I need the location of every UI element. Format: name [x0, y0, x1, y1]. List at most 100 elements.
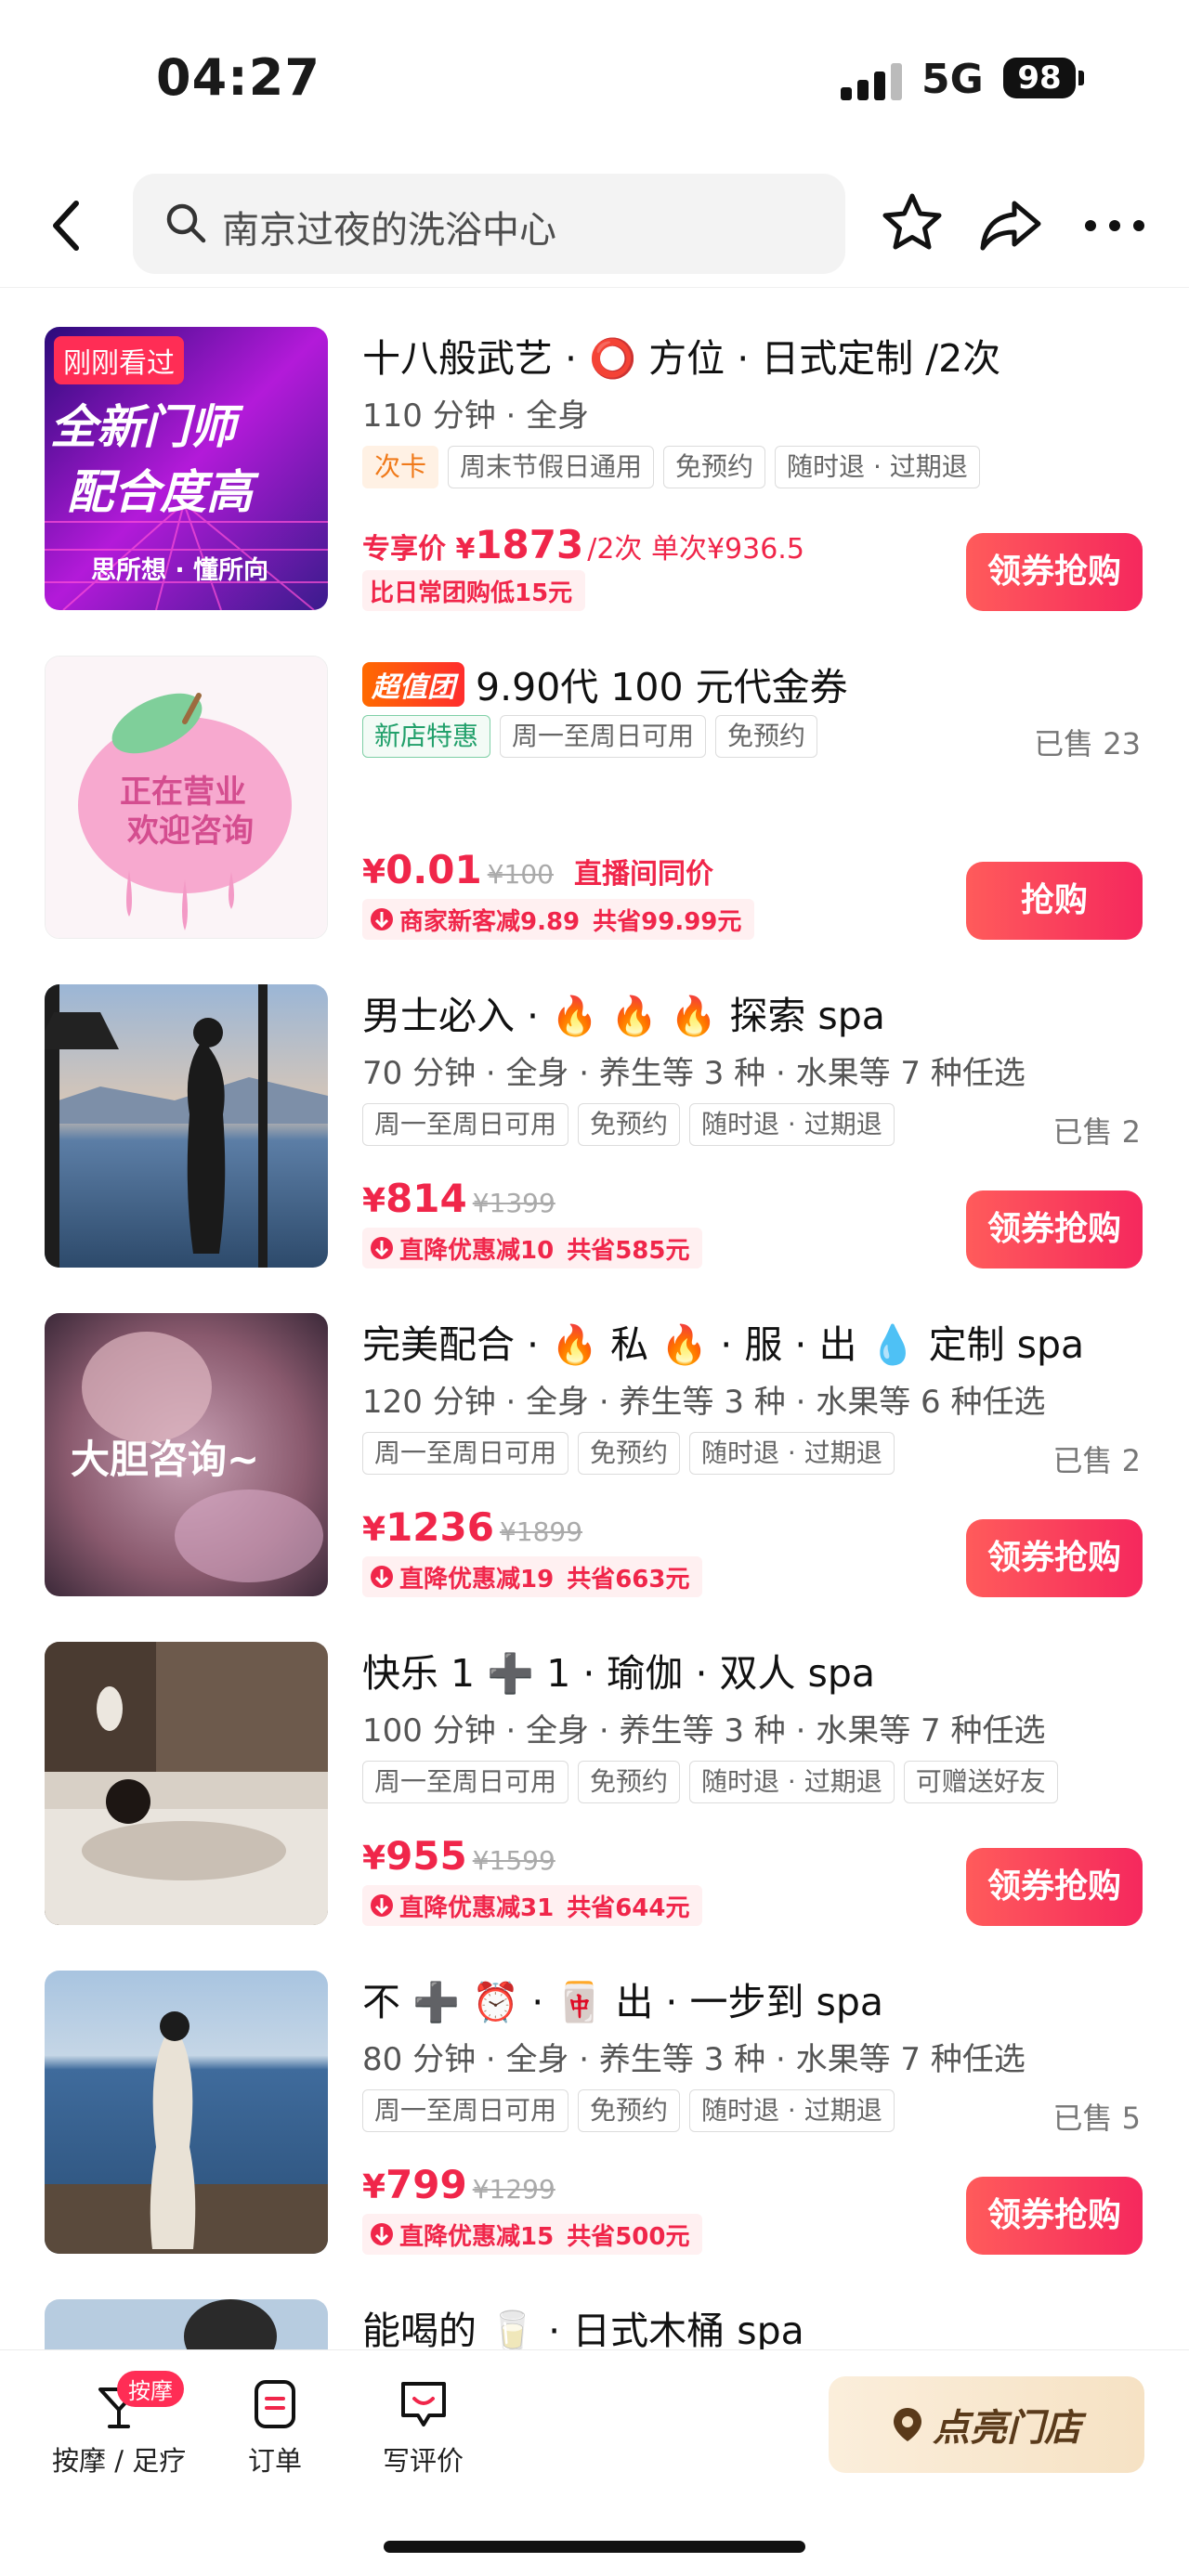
price-note-badge: 比日常团购低15元 [362, 570, 586, 611]
buy-button[interactable]: 领券抢购 [966, 533, 1143, 611]
more-icon[interactable] [1078, 187, 1152, 261]
product-thumbnail[interactable] [45, 984, 328, 1268]
total-saving: 共省99.99元 [593, 907, 742, 936]
review-icon [396, 2376, 451, 2432]
discount-label: 直降优惠减15 [399, 2222, 555, 2251]
price-line: 专享价 ¥1873/2次 单次¥936.5 [362, 522, 804, 567]
favorite-star-icon[interactable] [875, 187, 949, 261]
product-card[interactable]: 刚刚看过 全新门师 配合度高 思所想 · 懂所向 十八般武艺 · ⭕ 方位 · … [0, 290, 1189, 618]
product-title[interactable]: 十八般武艺 · ⭕ 方位 · 日式定制 /2次 [362, 327, 1000, 383]
product-title[interactable]: 完美配合 · 🔥 私 🔥 · 服 · 出 💧 定制 spa [362, 1313, 1084, 1369]
sold-count: 已售 2 [1052, 1443, 1141, 1478]
tag: 次卡 [362, 446, 439, 488]
network-label: 5G [921, 56, 984, 103]
total-saving: 共省663元 [567, 1565, 690, 1594]
buy-button[interactable]: 领券抢购 [966, 1190, 1143, 1268]
discount-badge: 直降优惠减10 共省585元 [362, 1228, 703, 1268]
price: 0.01 [385, 847, 482, 892]
price-note: 比日常团购低15元 [370, 579, 573, 607]
product-thumbnail[interactable] [45, 1971, 328, 2254]
product-thumbnail[interactable]: 刚刚看过 全新门师 配合度高 思所想 · 懂所向 [45, 327, 328, 610]
tag: 周一至周日可用 [500, 715, 707, 758]
product-card[interactable]: 不 ➕ ⏰ · 🀄 出 · 一步到 spa 80 分钟 · 全身 · 养生等 3… [0, 1933, 1189, 2262]
tag-list: 周一至周日可用 免预约 随时退 · 过期退 可赠送好友 [362, 1761, 1058, 1803]
signal-icon [841, 63, 904, 100]
total-saving: 共省585元 [567, 1236, 690, 1265]
product-title[interactable]: 不 ➕ ⏰ · 🀄 出 · 一步到 spa [362, 1971, 883, 2026]
back-icon[interactable] [33, 190, 104, 261]
thumb-slogan: 思所想 · 懂所向 [91, 556, 269, 585]
tab-review-label: 写评价 [383, 2445, 464, 2477]
discount-badge: 直降优惠减15 共省500元 [362, 2214, 703, 2255]
price: 1236 [385, 1504, 494, 1550]
light-up-store-button[interactable]: 点亮门店 [829, 2376, 1144, 2473]
status-time: 04:27 [156, 48, 320, 107]
buy-button[interactable]: 领券抢购 [966, 1848, 1143, 1926]
buy-button[interactable]: 抢购 [966, 862, 1143, 940]
tag: 新店特惠 [362, 715, 491, 758]
tab-orders-label: 订单 [247, 2445, 302, 2477]
tag-list: 周一至周日可用 免预约 随时退 · 过期退 [362, 1432, 895, 1475]
tag: 随时退 · 过期退 [689, 1103, 895, 1146]
product-thumbnail[interactable]: 大胆咨询~ [45, 1313, 328, 1596]
product-card[interactable]: 快乐 1 ➕ 1 · 瑜伽 · 双人 spa 100 分钟 · 全身 · 养生等… [0, 1605, 1189, 1933]
product-subtitle: 70 分钟 · 全身 · 养生等 3 种 · 水果等 7 种任选 [362, 1055, 1026, 1092]
tab-massage-label: 按摩 / 足疗 [52, 2445, 187, 2477]
original-price: ¥1599 [472, 1845, 555, 1876]
price: 1873 [475, 522, 584, 567]
location-pin-icon [894, 2408, 921, 2441]
buy-button[interactable]: 领券抢购 [966, 2177, 1143, 2255]
product-card[interactable]: 正在营业 欢迎咨询 超值团 9.90代 100 元代金券 新店特惠 周一至周日可用… [0, 618, 1189, 947]
price-line: ¥955 ¥1599 [362, 1833, 555, 1879]
price-line: ¥814 ¥1399 [362, 1176, 555, 1221]
original-price: ¥1399 [472, 1188, 555, 1218]
price: 955 [385, 1833, 467, 1879]
total-saving: 共省500元 [567, 2222, 690, 2251]
buy-button[interactable]: 领券抢购 [966, 1519, 1143, 1597]
discount-badge: 商家新客减9.89 共省99.99元 [362, 899, 755, 940]
product-thumbnail[interactable]: 正在营业 欢迎咨询 [45, 656, 328, 939]
tab-massage[interactable]: 按摩 按摩 / 足疗 [52, 2371, 187, 2478]
product-title[interactable]: 能喝的 🥛 · 日式木桶 spa [362, 2299, 804, 2355]
price-line: ¥799 ¥1299 [362, 2162, 555, 2207]
tag-list: 次卡 周末节假日通用 免预约 随时退 · 过期退 [362, 446, 980, 488]
product-subtitle: 100 分钟 · 全身 · 养生等 3 种 · 水果等 7 种任选 [362, 1712, 1046, 1750]
tag: 周一至周日可用 [362, 1432, 569, 1475]
product-title[interactable]: 快乐 1 ➕ 1 · 瑜伽 · 双人 spa [362, 1642, 875, 1698]
search-input[interactable]: 南京过夜的洗浴中心 [133, 174, 845, 274]
product-thumbnail[interactable] [45, 1642, 328, 1925]
down-arrow-icon [371, 908, 393, 930]
total-saving: 共省644元 [567, 1893, 690, 1922]
product-subtitle: 110 分钟 · 全身 [362, 397, 590, 435]
price: 814 [385, 1176, 467, 1221]
product-subtitle: 120 分钟 · 全身 · 养生等 3 种 · 水果等 6 种任选 [362, 1384, 1046, 1421]
original-price: ¥1299 [472, 2174, 555, 2205]
massage-badge: 按摩 [117, 2371, 184, 2407]
search-query: 南京过夜的洗浴中心 [222, 209, 556, 252]
status-bar: 04:27 5G 98 [0, 0, 1189, 158]
tag: 随时退 · 过期退 [689, 2089, 895, 2132]
tab-orders[interactable]: 订单 [247, 2376, 303, 2478]
tab-review[interactable]: 写评价 [383, 2376, 464, 2478]
price-note: 直播间同价 [573, 858, 713, 891]
share-icon[interactable] [973, 189, 1048, 263]
tag: 随时退 · 过期退 [775, 446, 980, 488]
price-line: ¥1236 ¥1899 [362, 1504, 583, 1550]
price-prefix: 专享价 ¥ [362, 533, 476, 566]
thumb-caption: 大胆咨询~ [71, 1437, 260, 1482]
tag: 周末节假日通用 [448, 446, 655, 488]
tag: 周一至周日可用 [362, 1761, 569, 1803]
price-suffix: /2次 单次¥936.5 [587, 533, 804, 566]
tag: 免预约 [578, 2089, 681, 2132]
tag-list: 周一至周日可用 免预约 随时退 · 过期退 [362, 2089, 895, 2132]
product-list: 刚刚看过 全新门师 配合度高 思所想 · 懂所向 十八般武艺 · ⭕ 方位 · … [0, 290, 1189, 2576]
discount-label: 商家新客减9.89 [399, 907, 581, 936]
product-title[interactable]: 男士必入 · 🔥 🔥 🔥 探索 spa [362, 984, 885, 1040]
original-price: ¥1899 [499, 1516, 583, 1547]
orders-icon [247, 2376, 303, 2432]
tag: 随时退 · 过期退 [689, 1761, 895, 1803]
product-card[interactable]: 大胆咨询~ 完美配合 · 🔥 私 🔥 · 服 · 出 💧 定制 spa 120 … [0, 1276, 1189, 1605]
product-title[interactable]: 超值团 9.90代 100 元代金券 [362, 656, 848, 711]
product-card[interactable]: 男士必入 · 🔥 🔥 🔥 探索 spa 70 分钟 · 全身 · 养生等 3 种… [0, 947, 1189, 1276]
page: 04:27 5G 98 南京过夜的洗浴中心 刚刚看过 全新门师 配合度高 思所想… [0, 0, 1189, 2576]
